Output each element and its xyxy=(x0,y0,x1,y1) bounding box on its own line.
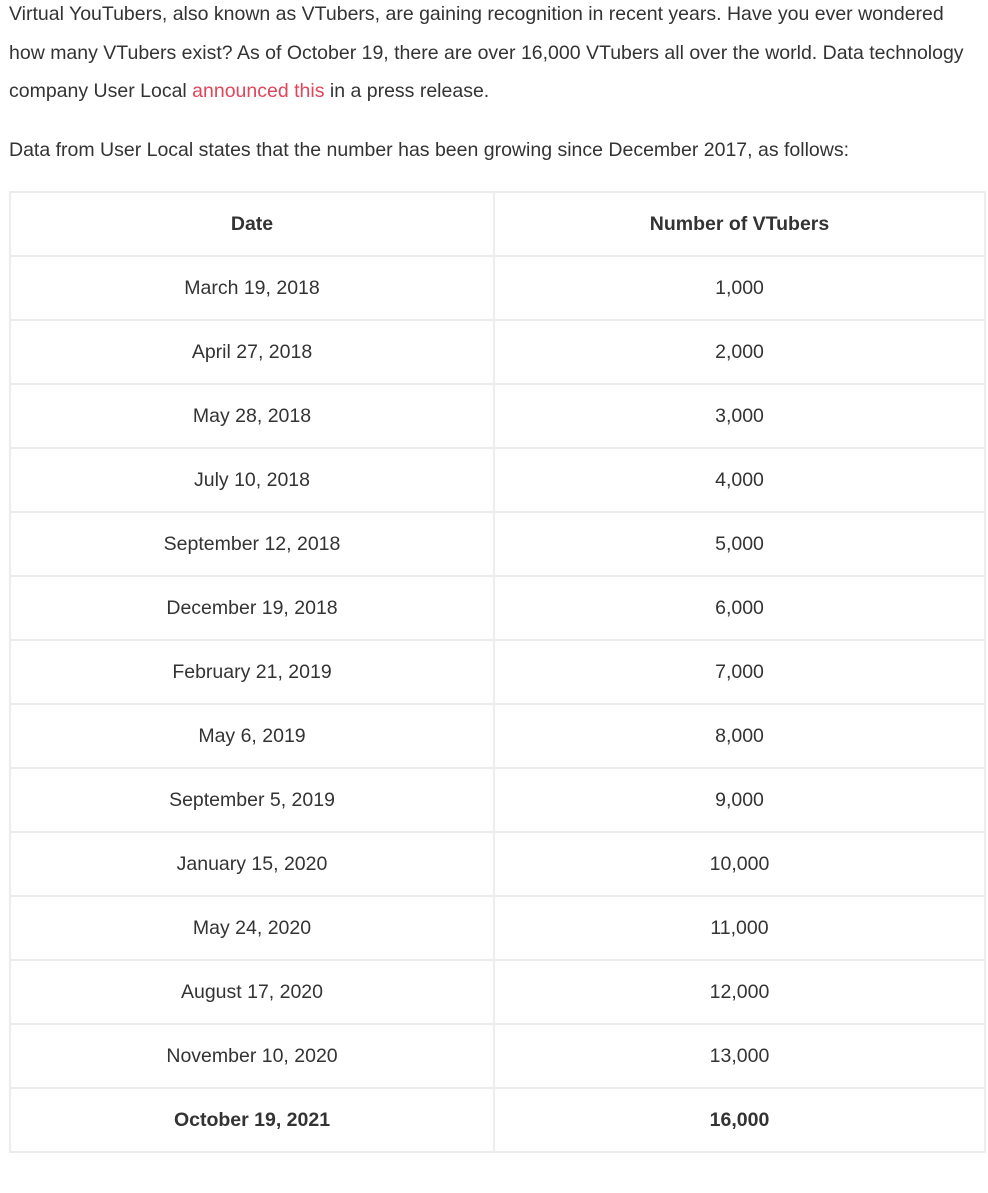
table-row: August 17, 2020 12,000 xyxy=(9,959,986,1025)
header-number-of-vtubers: Number of VTubers xyxy=(493,191,986,257)
date-cell: September 12, 2018 xyxy=(9,511,495,577)
table-body: March 19, 2018 1,000 April 27, 2018 2,000 Ma… xyxy=(9,255,986,1153)
intro-text-end: in a press release. xyxy=(324,80,490,102)
date-cell: July 10, 2018 xyxy=(9,447,495,513)
date-cell: April 27, 2018 xyxy=(9,319,495,385)
count-cell: 8,000 xyxy=(493,703,986,769)
count-cell: 10,000 xyxy=(493,831,986,897)
table-row: December 19, 2018 6,000 xyxy=(9,575,986,641)
vtubers-table: Date Number of VTubers March 19, 2018 1,0… xyxy=(9,191,986,1153)
intro-paragraph: Virtual YouTubers, also known as VTubers… xyxy=(0,0,969,111)
date-cell: May 28, 2018 xyxy=(9,383,495,449)
table-row: February 21, 2019 7,000 xyxy=(9,639,986,705)
table-row: September 12, 2018 5,000 xyxy=(9,511,986,577)
date-cell: January 15, 2020 xyxy=(9,831,495,897)
date-cell: December 19, 2018 xyxy=(9,575,495,641)
count-cell: 1,000 xyxy=(493,255,986,321)
count-cell: 12,000 xyxy=(493,959,986,1025)
count-cell: 6,000 xyxy=(493,575,986,641)
count-cell: 13,000 xyxy=(493,1023,986,1089)
data-intro-paragraph: Data from User Local states that the num… xyxy=(9,139,850,161)
table-row: May 6, 2019 8,000 xyxy=(9,703,986,769)
table-row: July 10, 2018 4,000 xyxy=(9,447,986,513)
date-cell: September 5, 2019 xyxy=(9,767,495,833)
date-cell: February 21, 2019 xyxy=(9,639,495,705)
date-cell: May 24, 2020 xyxy=(9,895,495,961)
count-cell: 2,000 xyxy=(493,319,986,385)
table-header-row: Date Number of VTubers xyxy=(9,191,986,257)
date-cell: March 19, 2018 xyxy=(9,255,495,321)
date-cell: October 19, 2021 xyxy=(9,1087,495,1153)
count-cell: 9,000 xyxy=(493,767,986,833)
table-row: October 19, 2021 16,000 xyxy=(9,1087,986,1153)
table-row: April 27, 2018 2,000 xyxy=(9,319,986,385)
table-row: May 28, 2018 3,000 xyxy=(9,383,986,449)
date-cell: August 17, 2020 xyxy=(9,959,495,1025)
table-row: May 24, 2020 11,000 xyxy=(9,895,986,961)
table-row: March 19, 2018 1,000 xyxy=(9,255,986,321)
count-cell: 11,000 xyxy=(493,895,986,961)
date-cell: November 10, 2020 xyxy=(9,1023,495,1089)
count-cell: 3,000 xyxy=(493,383,986,449)
header-date: Date xyxy=(9,191,495,257)
table-row: November 10, 2020 13,000 xyxy=(9,1023,986,1089)
table-row: January 15, 2020 10,000 xyxy=(9,831,986,897)
table-row: September 5, 2019 9,000 xyxy=(9,767,986,833)
count-cell: 7,000 xyxy=(493,639,986,705)
count-cell: 5,000 xyxy=(493,511,986,577)
count-cell: 16,000 xyxy=(493,1087,986,1153)
count-cell: 4,000 xyxy=(493,447,986,513)
announced-this-link[interactable]: announced this xyxy=(192,80,324,102)
date-cell: May 6, 2019 xyxy=(9,703,495,769)
